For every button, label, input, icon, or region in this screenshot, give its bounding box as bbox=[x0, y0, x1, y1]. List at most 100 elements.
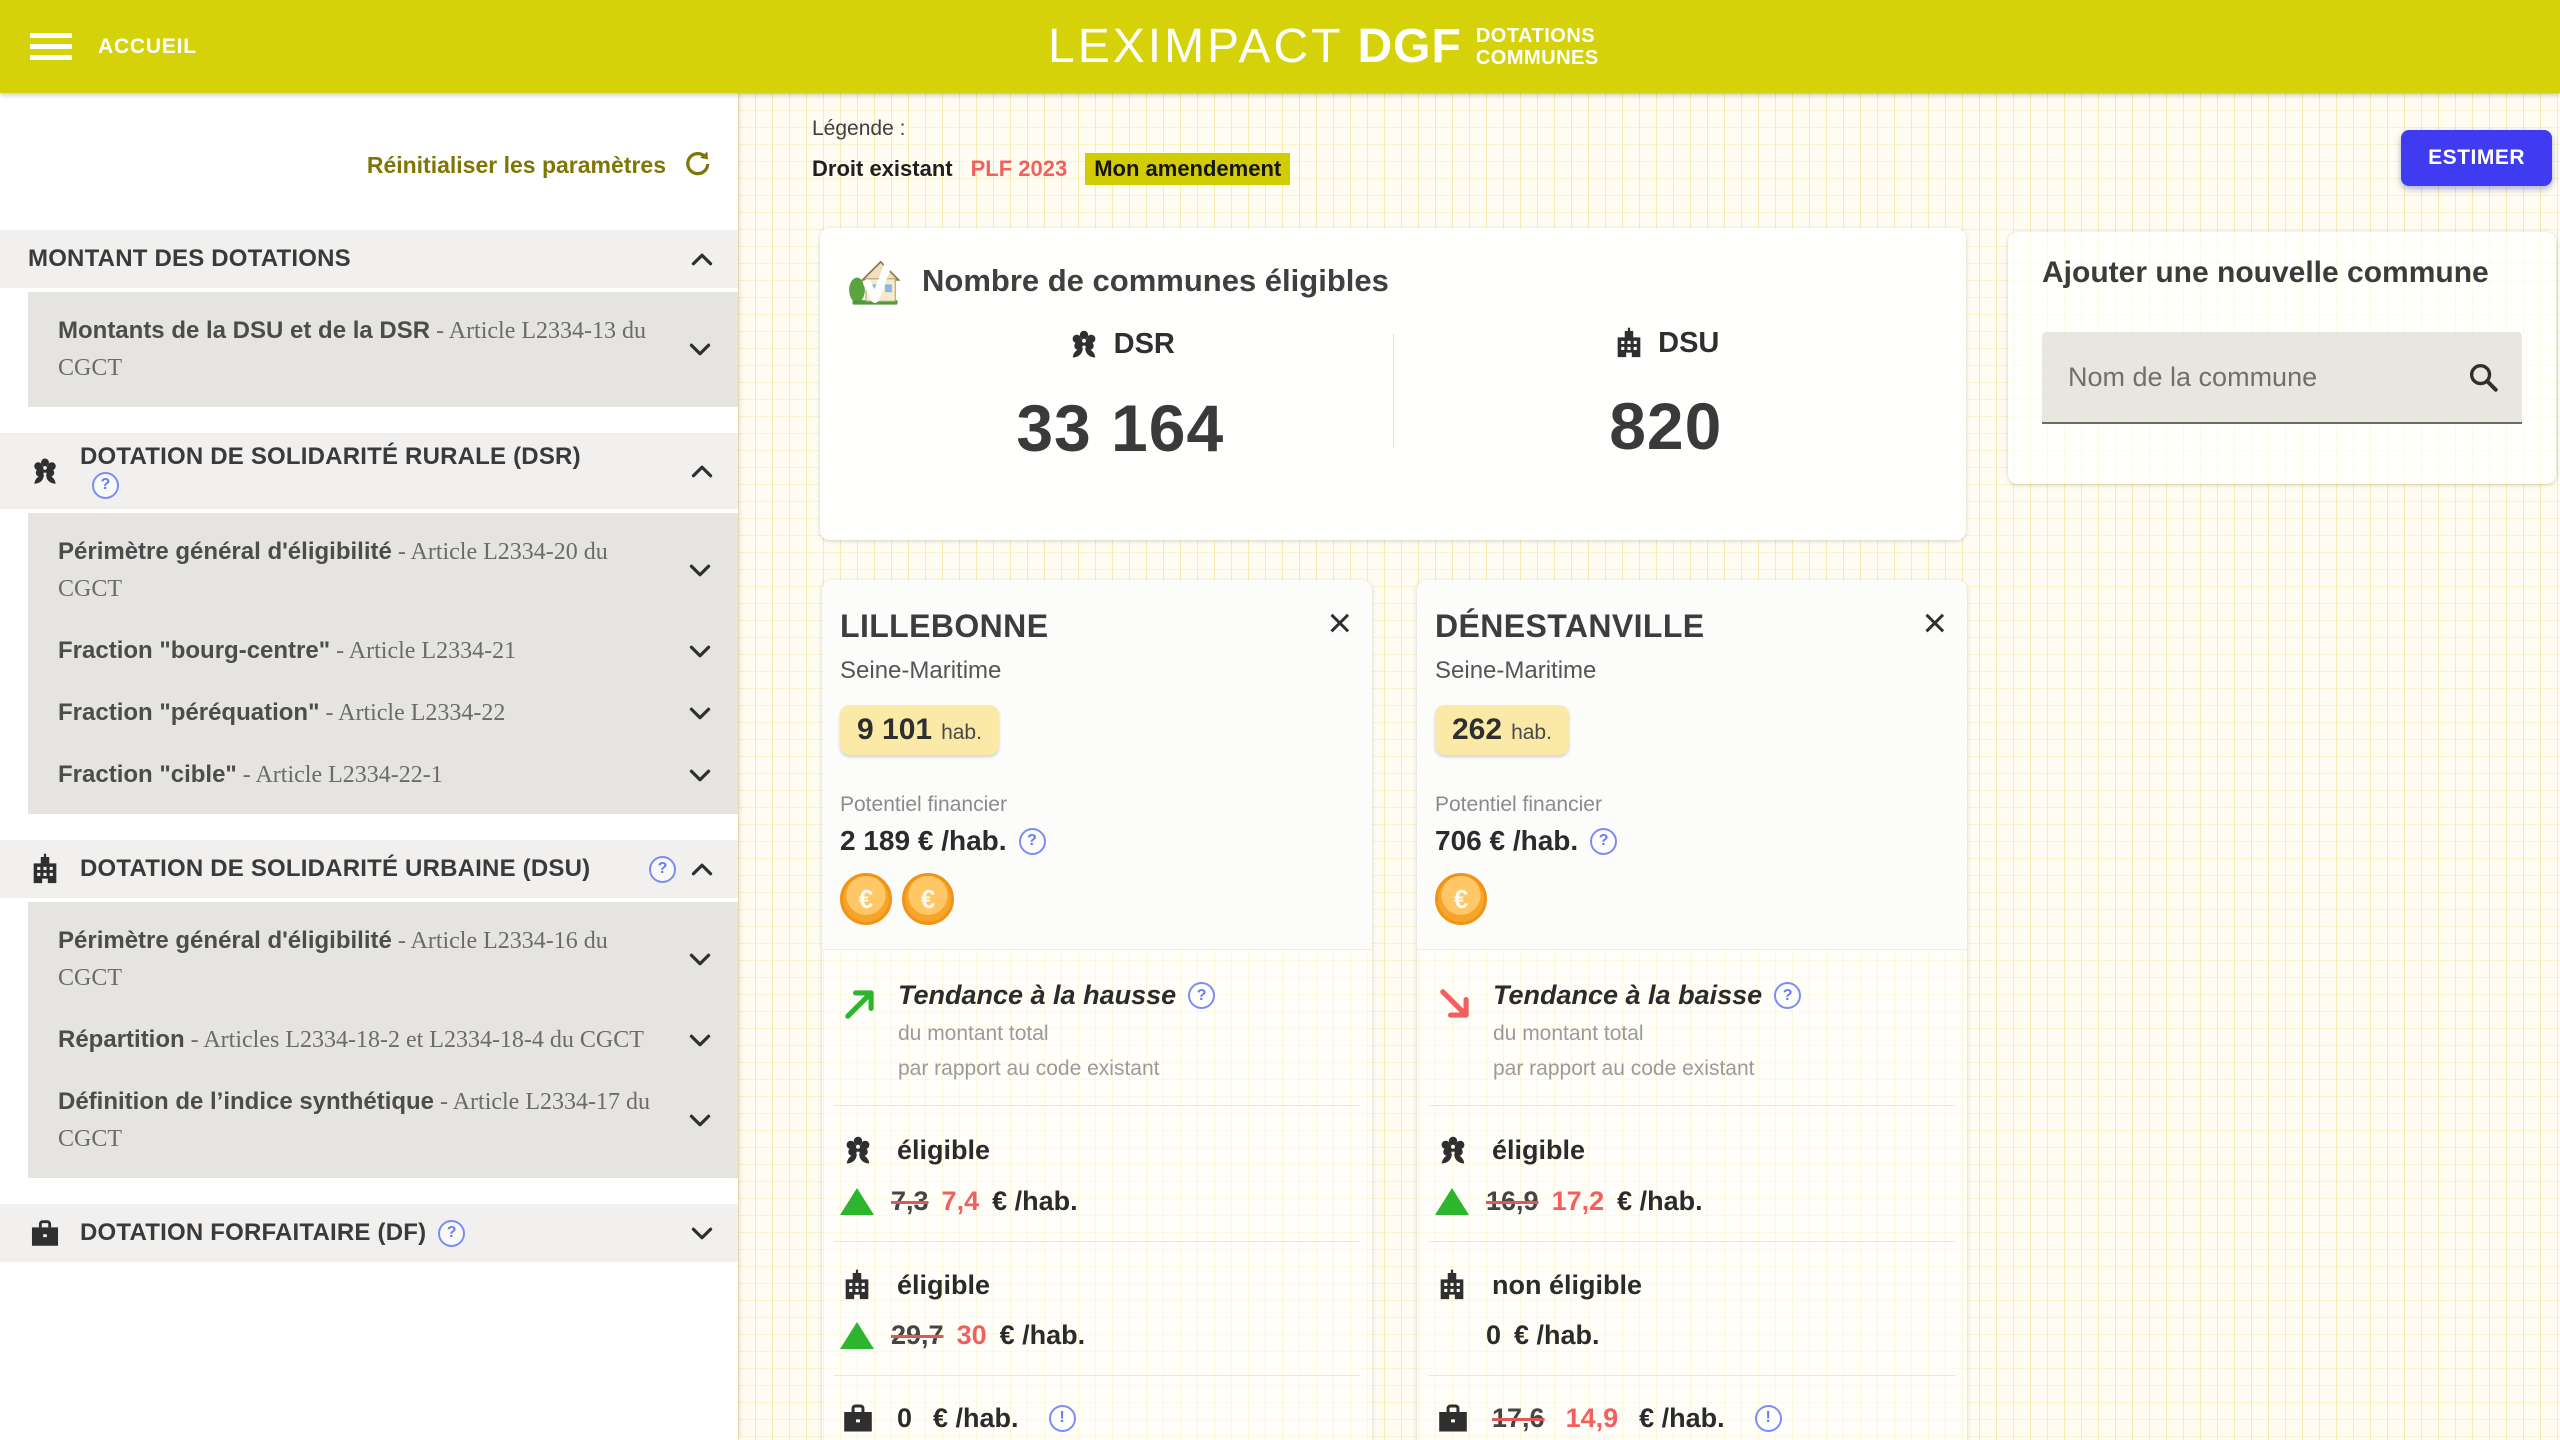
section-header-montants[interactable]: MONTANT DES DOTATIONS bbox=[0, 230, 738, 288]
financial-potential-value: 706 € /hab. bbox=[1435, 825, 1578, 857]
dsu-unit: € /hab. bbox=[1514, 1320, 1600, 1351]
commune-search-input[interactable] bbox=[2042, 332, 2522, 422]
help-icon[interactable]: ? bbox=[1774, 982, 1801, 1009]
refresh-icon bbox=[682, 150, 712, 180]
dsu-label: DSU bbox=[1658, 327, 1719, 360]
triangle-up-icon bbox=[1435, 1188, 1469, 1215]
brand-subtitle-line1: DOTATIONS bbox=[1476, 25, 1595, 47]
chevron-up-icon bbox=[690, 862, 714, 877]
main-area: Légende : Droit existant PLF 2023 Mon am… bbox=[738, 93, 2560, 1440]
commune-card-header: × DÉNESTANVILLE Seine-Maritime 262 hab. … bbox=[1417, 580, 1967, 950]
info-icon[interactable]: ! bbox=[1755, 1405, 1782, 1432]
df-new-value: 14,9 bbox=[1566, 1403, 1619, 1434]
help-icon[interactable]: ? bbox=[1188, 982, 1215, 1009]
sidebar-item-dsr-cible[interactable]: Fraction "cible" - Article L2334-22-1 bbox=[28, 744, 738, 806]
dsu-value: 0 bbox=[1486, 1320, 1501, 1351]
dsu-status-block: non éligible 0 € /hab. bbox=[1417, 1242, 1967, 1375]
sidebar-item-montants-dsu-dsr[interactable]: Montants de la DSU et de la DSR - Articl… bbox=[28, 300, 738, 399]
item-article: - Articles L2334-18-2 et L2334-18-4 du C… bbox=[191, 1027, 644, 1053]
app-header: ACCUEIL LEXIMPACT DGF DOTATIONS COMMUNES bbox=[0, 0, 2560, 93]
chevron-up-icon bbox=[690, 464, 714, 479]
close-icon[interactable]: × bbox=[1922, 602, 1947, 644]
legend-plf-2023: PLF 2023 bbox=[971, 156, 1068, 182]
trend-block: Tendance à la baisse ? du montant total … bbox=[1417, 950, 1967, 1105]
section-title: DOTATION DE SOLIDARITÉ RURALE (DSR)? bbox=[80, 443, 610, 499]
flower-icon bbox=[840, 1132, 876, 1168]
chevron-down-icon bbox=[688, 768, 712, 783]
item-label: Fraction "péréquation" - Article L2334-2… bbox=[58, 694, 688, 732]
help-icon[interactable]: ? bbox=[1019, 828, 1046, 855]
help-icon[interactable]: ? bbox=[438, 1220, 465, 1247]
dsr-unit: € /hab. bbox=[1617, 1186, 1703, 1217]
dsr-eligible-count: 33 164 bbox=[1016, 390, 1224, 466]
house-check-icon bbox=[848, 254, 902, 308]
section-header-dsr[interactable]: DOTATION DE SOLIDARITÉ RURALE (DSR)? bbox=[0, 433, 738, 509]
sidebar: Réinitialiser les paramètres MONTANT DES… bbox=[0, 93, 738, 1440]
reset-parameters-label: Réinitialiser les paramètres bbox=[367, 152, 666, 179]
chevron-down-icon bbox=[688, 1033, 712, 1048]
home-link[interactable]: ACCUEIL bbox=[98, 35, 197, 59]
chevron-down-icon bbox=[688, 644, 712, 659]
dsu-count-column: DSU 820 bbox=[1394, 326, 1939, 466]
df-value: 0 bbox=[897, 1403, 912, 1434]
population-unit: hab. bbox=[1511, 721, 1552, 745]
section-title-text: DOTATION DE SOLIDARITÉ RURALE (DSR) bbox=[80, 443, 581, 470]
item-article: - Article L2334-21 bbox=[336, 638, 516, 664]
chevron-down-icon bbox=[688, 952, 712, 967]
dsu-eligibility-status: éligible bbox=[897, 1270, 990, 1301]
item-label: Fraction "bourg-centre" - Article L2334-… bbox=[58, 632, 688, 670]
sidebar-item-dsr-bourg-centre[interactable]: Fraction "bourg-centre" - Article L2334-… bbox=[28, 620, 738, 682]
commune-department: Seine-Maritime bbox=[840, 657, 1348, 685]
coin-icon: € bbox=[1435, 873, 1487, 925]
dsr-new-value: 7,4 bbox=[942, 1186, 980, 1217]
flower-icon bbox=[1435, 1132, 1471, 1168]
chevron-down-icon bbox=[688, 706, 712, 721]
help-icon[interactable]: ? bbox=[649, 856, 676, 883]
dsr-unit: € /hab. bbox=[992, 1186, 1078, 1217]
briefcase-icon bbox=[28, 1216, 62, 1250]
population-value: 262 bbox=[1452, 713, 1502, 747]
df-unit: € /hab. bbox=[1639, 1403, 1725, 1434]
sidebar-item-dsu-repartition[interactable]: Répartition - Articles L2334-18-2 et L23… bbox=[28, 1009, 738, 1071]
legend-my-amendment: Mon amendement bbox=[1085, 153, 1290, 185]
financial-potential-value: 2 189 € /hab. bbox=[840, 825, 1007, 857]
section-header-df[interactable]: DOTATION FORFAITAIRE (DF)? bbox=[0, 1204, 738, 1262]
sidebar-item-dsu-indice-synthetique[interactable]: Définition de l’indice synthétique - Art… bbox=[28, 1071, 738, 1170]
sidebar-item-dsu-perimetre[interactable]: Périmètre général d'éligibilité - Articl… bbox=[28, 910, 738, 1009]
item-label: Définition de l’indice synthétique - Art… bbox=[58, 1083, 688, 1158]
wealth-coins: € € bbox=[840, 873, 1348, 925]
item-label: Périmètre général d'éligibilité - Articl… bbox=[58, 533, 688, 608]
sidebar-item-dsr-perequation[interactable]: Fraction "péréquation" - Article L2334-2… bbox=[28, 682, 738, 744]
brand-subtitle: DOTATIONS COMMUNES bbox=[1476, 25, 1599, 69]
section-header-dsu[interactable]: DOTATION DE SOLIDARITÉ URBAINE (DSU) ? bbox=[0, 840, 738, 898]
dsu-new-value: 30 bbox=[957, 1320, 987, 1351]
sidebar-section-dsr: DOTATION DE SOLIDARITÉ RURALE (DSR)? Pér… bbox=[0, 433, 738, 814]
building-icon bbox=[1612, 326, 1646, 360]
building-icon bbox=[1435, 1268, 1471, 1302]
dsr-label: DSR bbox=[1114, 328, 1175, 361]
estimate-button[interactable]: ESTIMER bbox=[2401, 130, 2552, 186]
help-icon[interactable]: ? bbox=[1590, 828, 1617, 855]
building-icon bbox=[840, 1268, 876, 1302]
reset-parameters-button[interactable]: Réinitialiser les paramètres bbox=[0, 150, 738, 180]
triangle-up-icon bbox=[840, 1188, 874, 1215]
df-status-block: 0 € /hab. ! bbox=[822, 1376, 1372, 1440]
chevron-down-icon bbox=[690, 1226, 714, 1241]
commune-card-lillebonne: × LILLEBONNE Seine-Maritime 9 101 hab. P… bbox=[822, 580, 1372, 1440]
trend-subtitle: par rapport au code existant bbox=[898, 1057, 1215, 1081]
df-unit: € /hab. bbox=[933, 1403, 1019, 1434]
trend-subtitle: du montant total bbox=[898, 1022, 1215, 1046]
trend-title: Tendance à la baisse bbox=[1493, 980, 1762, 1011]
briefcase-icon bbox=[840, 1400, 876, 1436]
brand-name: LEXIMPACT bbox=[1048, 19, 1344, 74]
commune-name: LILLEBONNE bbox=[840, 608, 1348, 645]
search-icon[interactable] bbox=[2466, 360, 2500, 394]
section-title: DOTATION DE SOLIDARITÉ URBAINE (DSU) bbox=[80, 855, 590, 883]
trend-down-icon bbox=[1435, 980, 1475, 1081]
sidebar-item-dsr-perimetre[interactable]: Périmètre général d'éligibilité - Articl… bbox=[28, 521, 738, 620]
info-icon[interactable]: ! bbox=[1049, 1405, 1076, 1432]
close-icon[interactable]: × bbox=[1327, 602, 1352, 644]
menu-button[interactable]: ACCUEIL bbox=[30, 33, 197, 60]
item-label: Montants de la DSU et de la DSR - Articl… bbox=[58, 312, 688, 387]
help-icon[interactable]: ? bbox=[92, 472, 119, 499]
